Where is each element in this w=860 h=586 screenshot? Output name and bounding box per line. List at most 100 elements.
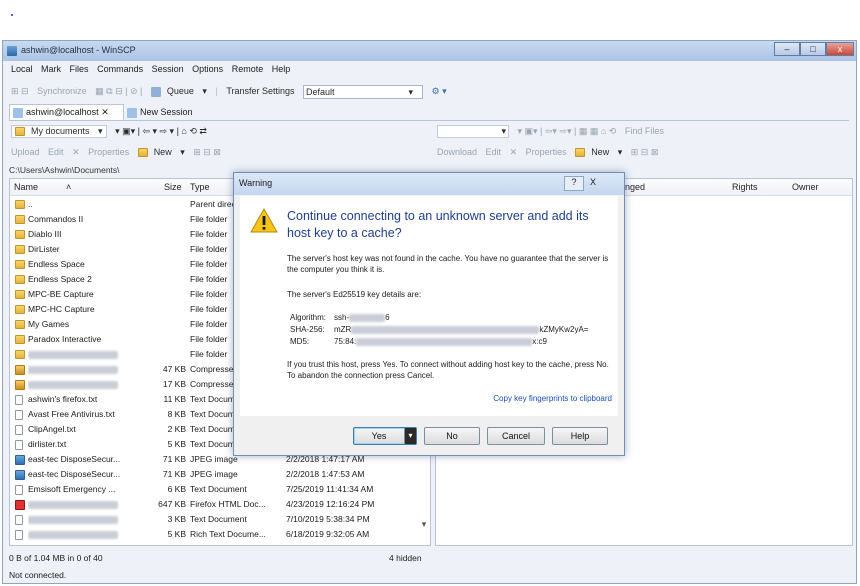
column-name[interactable]: Name [14,179,38,195]
remote-delete-icon[interactable]: ✕ [510,147,518,158]
copy-fingerprints-link[interactable]: Copy key fingerprints to clipboard [493,394,612,403]
tab-new-session[interactable]: New Session [127,105,207,119]
help-button[interactable]: Help [552,427,608,445]
remote-properties-button[interactable]: Properties [526,147,567,157]
main-toolbar: ⊞ ⊟ Synchronize ▦ ⧉ ⊟ | ⊘ | Queue ▾ | Tr… [11,85,851,101]
file-name: east-tec DisposeSecur... [28,469,121,479]
file-name [28,497,146,512]
location-value: My documents [31,126,90,136]
winscp-app-icon [7,46,17,56]
remote-new-button[interactable]: New ▾ [575,147,622,158]
file-name: Diablo III [28,229,62,239]
redacted-region [28,365,118,374]
title-bar[interactable]: ashwin@localhost - WinSCP – □ x [3,41,856,61]
queue-icon [150,87,161,97]
dialog-title-bar[interactable]: Warning ? X [234,173,624,195]
remote-selection-icons[interactable]: ⊞ ⊟ ⊠ [631,147,659,158]
table-row[interactable]: Emsisoft Emergency ... 6 KB Text Document 7… [10,482,430,497]
location-select[interactable]: My documents ▾ [11,125,107,138]
file-date: 2/2/2018 1:47:53 AM [286,469,365,479]
yes-dropdown-arrow-icon[interactable]: ▾ [404,428,416,444]
dialog-body: Continue connecting to an unknown server… [240,196,618,416]
column-owner[interactable]: Owner [792,179,819,195]
file-name [28,377,146,392]
folder-icon [15,350,25,359]
download-button[interactable]: Download [437,147,477,157]
window-title: ashwin@localhost - WinSCP [21,45,136,55]
tab-session-active[interactable]: ashwin@localhost ✕ [9,104,124,120]
sha256-value: mZR kZMyKw2yA= [334,325,588,334]
right-actions-toolbar: Download Edit ✕ Properties New ▾ ⊞ ⊟ ⊠ [437,147,847,163]
right-nav-toolbar: ▾ ▾ ▣▾ | ⇦▾ ⇨▾ | ▦ ▦ ⌂ ⟲ Find Files [437,125,847,141]
left-scrollbar[interactable]: ▾ [420,519,428,539]
folder-icon [15,305,25,314]
remote-new-folder-icon [575,148,586,158]
new-folder-icon [137,148,148,158]
close-button[interactable]: x [826,42,854,56]
redacted-region [356,337,533,346]
sha256-value-tail: kZMyKw2yA= [539,325,589,334]
cancel-button[interactable]: Cancel [487,427,545,445]
connection-status: Not connected. [9,570,67,580]
yes-button[interactable]: Yes ▾ [353,427,417,445]
menu-files[interactable]: Files [70,64,89,74]
hidden-count: 4 hidden [389,553,422,563]
menu-local[interactable]: Local [11,64,33,74]
redacted-region [351,325,540,334]
column-size[interactable]: Size [164,179,182,195]
column-rights[interactable]: Rights [732,179,758,195]
menu-session[interactable]: Session [152,64,184,74]
remote-location-select[interactable]: ▾ [437,125,509,138]
zip-file-icon [15,380,25,390]
file-size: 647 KB [158,499,186,509]
file-name: Emsisoft Emergency ... [28,484,116,494]
menu-help[interactable]: Help [272,64,291,74]
maximize-button[interactable]: □ [800,42,826,56]
algorithm-label: Algorithm: [290,313,327,322]
properties-button[interactable]: Properties [88,147,129,157]
no-button[interactable]: No [424,427,480,445]
file-file-icon [15,395,23,405]
transfer-presets-icon[interactable]: ⚙ ▾ [432,86,447,97]
remote-edit-button[interactable]: Edit [486,147,502,157]
column-type[interactable]: Type [190,179,210,195]
transfer-settings-label: Transfer Settings [226,86,295,97]
upload-button[interactable]: Upload [11,147,40,157]
minimize-button[interactable]: – [774,42,800,56]
file-file-icon [15,440,23,450]
new-button[interactable]: New ▾ [137,147,185,158]
img-file-icon [15,470,25,480]
host-key-warning-dialog: Warning ? X Continue connecting to an un… [233,172,625,456]
delete-icon[interactable]: ✕ [72,147,80,158]
menu-remote[interactable]: Remote [232,64,264,74]
menu-options[interactable]: Options [192,64,223,74]
table-row[interactable]: 5 KB Rich Text Docume... 6/18/2019 9:32:05… [10,527,430,542]
table-row[interactable]: east-tec DisposeSecur... 71 KB JPEG image 2… [10,467,430,482]
table-row[interactable]: 647 KB Firefox HTML Doc... 4/23/2019 12:16… [10,497,430,512]
new-label: New [153,147,172,157]
synchronize-button[interactable]: Synchronize [37,86,87,96]
file-size: 5 KB [167,439,186,449]
file-name: Endless Space 2 [28,274,92,284]
left-nav-icons[interactable]: ▾ ▣▾ | ⇦ ▾ ⇨ ▾ | ⌂ ⟲ ⇄ [115,126,207,137]
menu-commands[interactable]: Commands [97,64,143,74]
selection-icons[interactable]: ⊞ ⊟ ⊠ [193,147,221,158]
close-tab-icon[interactable]: ✕ [101,107,109,117]
transfer-settings-select[interactable]: Default ▾ [303,85,424,99]
sha256-label: SHA-256: [290,325,325,334]
file-date: 4/23/2019 12:16:24 PM [286,499,375,509]
transfer-settings-value: Default [306,87,335,97]
edit-button[interactable]: Edit [48,147,64,157]
queue-button[interactable]: Queue ▾ [150,86,207,97]
file-name: dirlister.txt [28,439,67,449]
find-files-button[interactable]: Find Files [625,126,664,136]
redacted-region [28,500,118,509]
table-row[interactable]: 3 KB Text Document 7/10/2019 5:38:34 PM [10,512,430,527]
folder-icon [15,245,25,254]
help-icon[interactable]: ? [564,176,584,191]
queue-label: Queue [166,86,194,97]
menu-mark[interactable]: Mark [41,64,61,74]
file-name: Endless Space [28,259,85,269]
file-name: My Games [28,319,70,329]
dialog-close-icon[interactable]: X [590,177,596,187]
